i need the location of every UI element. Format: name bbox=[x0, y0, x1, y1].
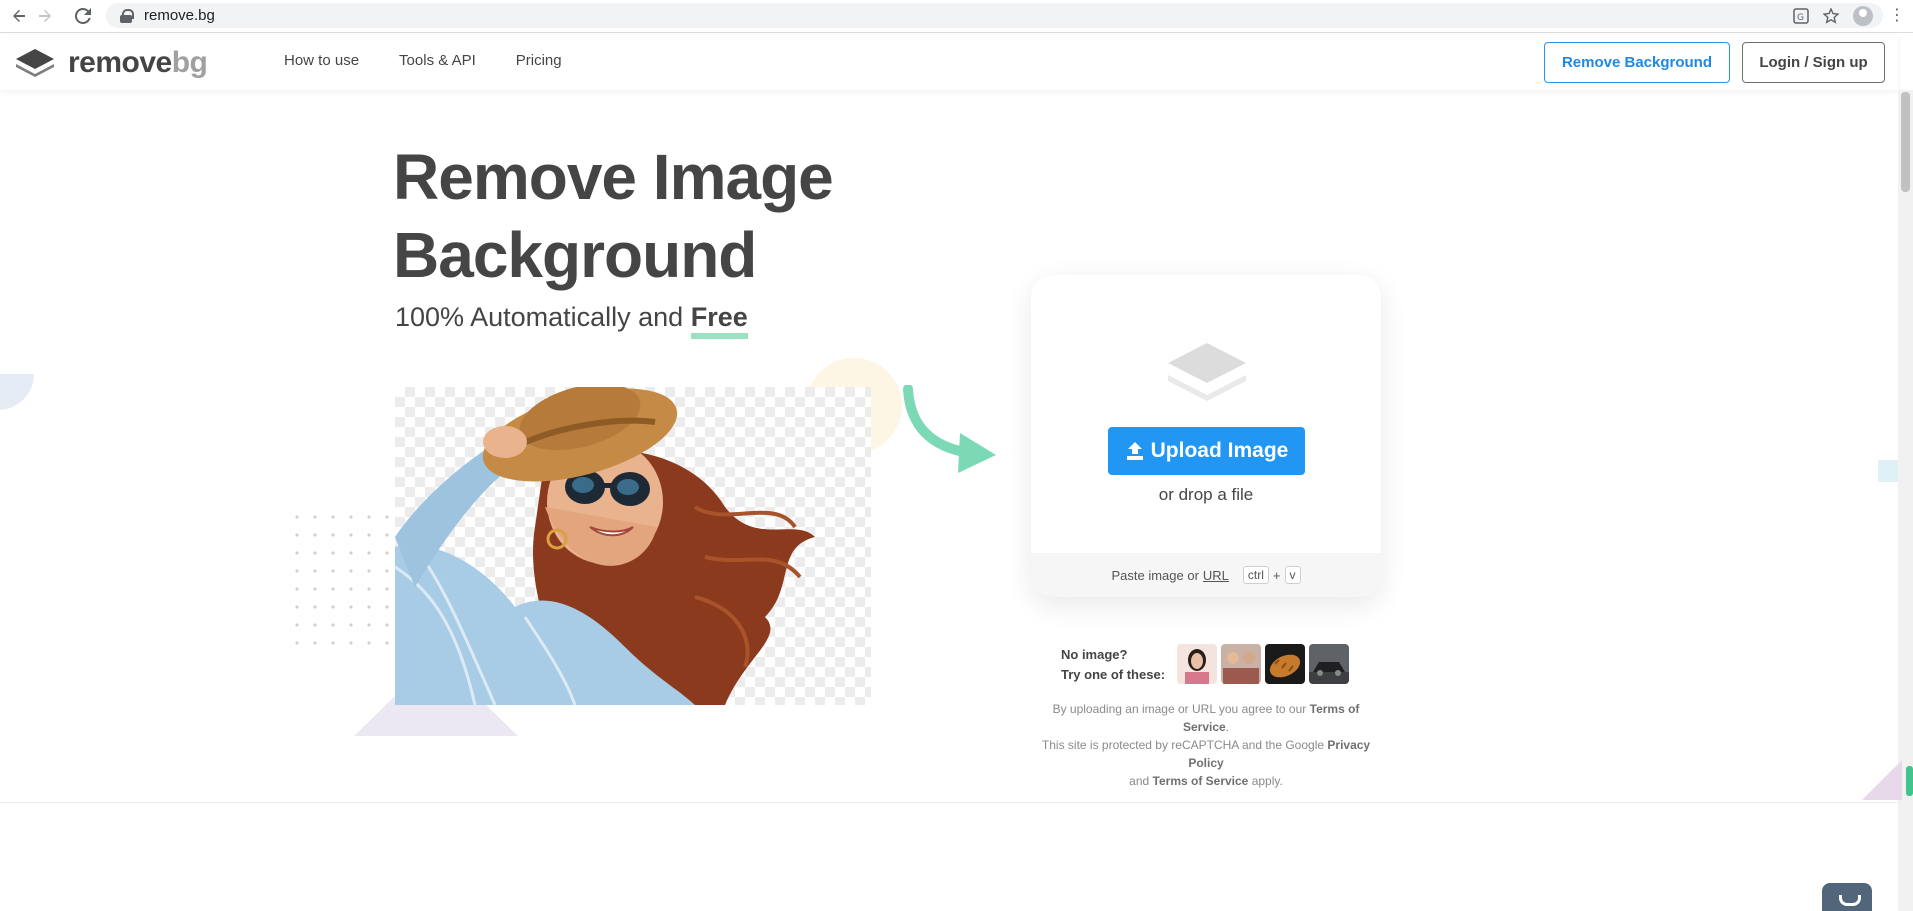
arrow-left-icon bbox=[13, 9, 25, 22]
browser-toolbar: remove.bg G ⋮ bbox=[0, 0, 1913, 33]
section-divider bbox=[0, 802, 1898, 803]
svg-text:G: G bbox=[1797, 13, 1804, 23]
profile-avatar-icon[interactable] bbox=[1853, 5, 1873, 26]
upload-card[interactable]: Upload Image or drop a file Paste image … bbox=[1031, 275, 1381, 597]
sample-images bbox=[1177, 644, 1349, 684]
sample-prompt: No image? Try one of these: bbox=[1061, 647, 1166, 682]
nav-tools-api[interactable]: Tools & API bbox=[399, 52, 476, 69]
scroll-thumb[interactable] bbox=[1901, 92, 1910, 192]
feedback-tab[interactable] bbox=[1906, 766, 1913, 796]
sample-image-people[interactable] bbox=[1221, 644, 1261, 684]
arrow-right-icon bbox=[39, 9, 51, 22]
reload-button[interactable] bbox=[68, 1, 98, 31]
chat-widget-icon[interactable] bbox=[1822, 883, 1872, 911]
logo[interactable]: removebg bbox=[14, 46, 208, 80]
decorative-shape bbox=[1878, 460, 1898, 482]
forward-button[interactable] bbox=[30, 1, 60, 31]
remove-background-button[interactable]: Remove Background bbox=[1544, 42, 1730, 83]
lock-icon bbox=[120, 8, 134, 23]
sample-image-woman[interactable] bbox=[1177, 644, 1217, 684]
sample-image-bread[interactable] bbox=[1265, 644, 1305, 684]
nav-pricing[interactable]: Pricing bbox=[516, 52, 562, 69]
main-nav: How to use Tools & API Pricing bbox=[284, 52, 562, 69]
terms-link-2[interactable]: Terms of Service bbox=[1153, 774, 1249, 788]
decorative-shape bbox=[0, 374, 34, 410]
kbd-v: v bbox=[1284, 566, 1301, 584]
paste-hint: Paste image or URL ctrl + v bbox=[1031, 553, 1381, 597]
page-title: Remove Image Background bbox=[393, 141, 834, 291]
layers-icon bbox=[1168, 343, 1246, 401]
upload-icon bbox=[1126, 442, 1143, 460]
free-highlight: Free bbox=[690, 302, 748, 339]
address-bar[interactable]: remove.bg G bbox=[106, 3, 1883, 28]
logo-text: removebg bbox=[68, 46, 208, 79]
star-icon[interactable] bbox=[1823, 7, 1839, 24]
sample-image-car[interactable] bbox=[1309, 644, 1349, 684]
translate-icon[interactable]: G bbox=[1793, 7, 1809, 24]
logo-layers-icon bbox=[16, 49, 54, 77]
hero-subtitle: 100% Automatically and Free bbox=[395, 302, 748, 339]
login-signup-button[interactable]: Login / Sign up bbox=[1742, 42, 1885, 83]
kbd-ctrl: ctrl bbox=[1242, 566, 1269, 584]
paste-url-link[interactable]: URL bbox=[1203, 568, 1229, 583]
drop-file-hint: or drop a file bbox=[1158, 485, 1254, 504]
woman-with-hat-illustration bbox=[395, 387, 815, 705]
decorative-dots bbox=[288, 508, 398, 654]
decorative-triangle bbox=[1862, 760, 1902, 800]
url-text: remove.bg bbox=[144, 7, 215, 24]
upload-image-button[interactable]: Upload Image bbox=[1108, 427, 1305, 475]
legal-notice: By uploading an image or URL you agree t… bbox=[1041, 702, 1371, 788]
upload-image-label: Upload Image bbox=[1150, 439, 1289, 462]
curved-arrow-icon bbox=[903, 385, 996, 473]
nav-how-to-use[interactable]: How to use bbox=[284, 52, 359, 69]
reload-icon bbox=[75, 8, 91, 24]
site-header: removebg How to use Tools & API Pricing … bbox=[0, 34, 1898, 90]
browser-menu-icon[interactable]: ⋮ bbox=[1889, 8, 1905, 24]
example-cutout-image bbox=[395, 387, 871, 705]
